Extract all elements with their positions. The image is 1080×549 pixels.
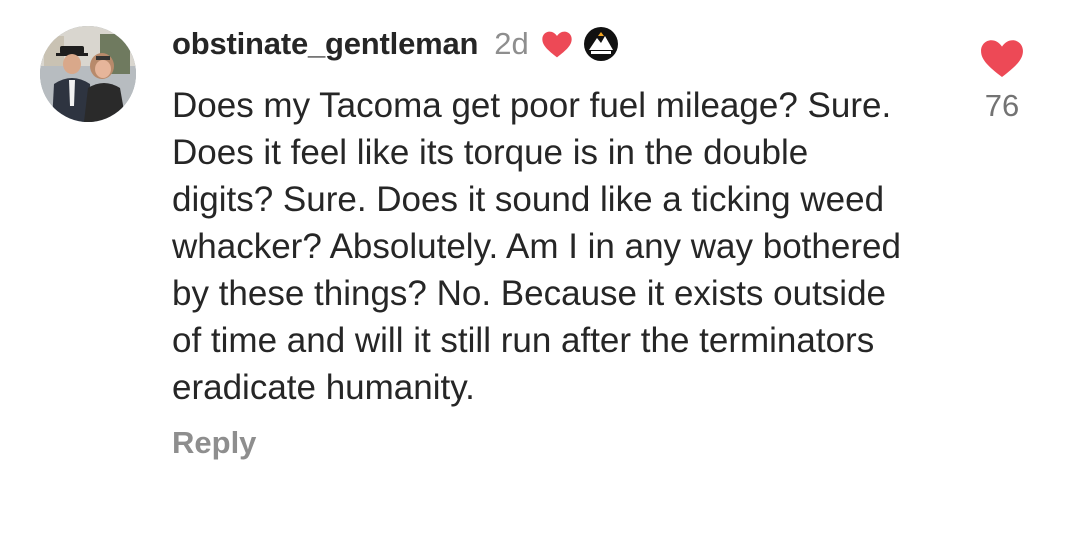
heart-filled-icon [541, 30, 573, 58]
mountain-badge-icon [583, 26, 619, 62]
comment-meta: obstinate_gentleman 2d [172, 20, 932, 68]
comment-item: obstinate_gentleman 2d Does my Tacoma ge… [0, 0, 1080, 549]
username[interactable]: obstinate_gentleman [172, 26, 478, 62]
like-control: 76 [972, 38, 1032, 124]
comment-text: Does my Tacoma get poor fuel mileage? Su… [172, 86, 901, 407]
avatar[interactable] [40, 26, 136, 122]
timestamp[interactable]: 2d [494, 26, 528, 62]
reply-button[interactable]: Reply [172, 425, 932, 461]
comment-body: obstinate_gentleman 2d Does my Tacoma ge… [172, 20, 932, 461]
like-heart-icon[interactable] [979, 38, 1025, 78]
avatar-photo [40, 26, 136, 122]
like-count[interactable]: 76 [972, 88, 1032, 124]
